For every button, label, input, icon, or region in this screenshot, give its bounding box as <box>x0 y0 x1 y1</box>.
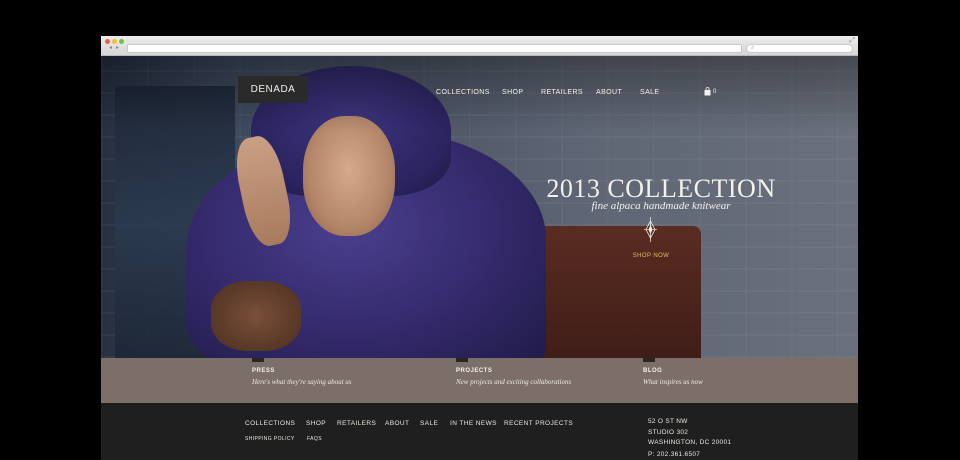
close-window-button[interactable] <box>105 39 110 44</box>
address-studio: STUDIO 302 <box>648 429 689 436</box>
address-bar[interactable] <box>127 44 742 53</box>
nav-collections[interactable]: COLLECTIONS <box>436 89 490 96</box>
shop-now-link[interactable]: SHOP NOW <box>621 253 681 259</box>
blog-tick-marker <box>643 358 655 362</box>
press-feature[interactable]: PRESS Here's what they're saying about u… <box>252 358 422 403</box>
blog-feature[interactable]: BLOG What inspires us now <box>643 358 813 403</box>
footer-link-collections[interactable]: COLLECTIONS <box>245 420 295 427</box>
address-city: WASHINGTON, DC 20001 <box>648 439 732 446</box>
nav-retailers[interactable]: RETAILERS <box>541 89 583 96</box>
fullscreen-icon[interactable]: ⤢ <box>849 37 855 44</box>
browser-search-field[interactable]: ⌕ <box>746 44 853 53</box>
footer-link-recent-projects[interactable]: RECENT PROJECTS <box>504 420 573 427</box>
diamond-ornament-icon <box>644 217 657 242</box>
projects-tick-marker <box>456 358 468 362</box>
back-arrow-icon[interactable]: ◂ <box>109 45 112 51</box>
footer-link-faqs[interactable]: FAQS <box>307 436 322 442</box>
blog-description: What inspires us now <box>643 378 703 386</box>
browser-toolbar: ◂ ▸ ⌕ ⤢ <box>101 36 858 56</box>
site-logo[interactable]: DENADA <box>238 76 308 103</box>
search-icon: ⌕ <box>751 45 755 51</box>
footer-link-retailers[interactable]: RETAILERS <box>337 420 376 427</box>
footer-link-in-the-news[interactable]: IN THE NEWS <box>450 420 497 427</box>
minimize-window-button[interactable] <box>112 39 117 44</box>
footer-link-sale[interactable]: SALE <box>420 420 438 427</box>
browser-window: ◂ ▸ ⌕ ⤢ DENADA COLLECTIONS SHOP RETAILER… <box>101 36 858 460</box>
projects-feature[interactable]: PROJECTS New projects and exciting colla… <box>456 358 626 403</box>
hero-banner: DENADA COLLECTIONS SHOP RETAILERS ABOUT … <box>101 56 858 358</box>
maximize-window-button[interactable] <box>119 39 124 44</box>
blog-title[interactable]: BLOG <box>643 368 662 374</box>
forward-arrow-icon[interactable]: ▸ <box>116 45 119 51</box>
press-tick-marker <box>252 358 264 362</box>
site-footer: COLLECTIONS SHOP RETAILERS ABOUT SALE IN… <box>101 403 858 460</box>
nav-about[interactable]: ABOUT <box>596 89 622 96</box>
phone-number[interactable]: P: 202.361.6507 <box>648 451 700 458</box>
press-description: Here's what they're saying about us <box>252 378 352 386</box>
feature-band: PRESS Here's what they're saying about u… <box>101 358 858 403</box>
footer-link-about[interactable]: ABOUT <box>385 420 409 427</box>
shopping-bag-icon[interactable] <box>704 87 711 96</box>
cart-count[interactable]: 0 <box>713 89 716 95</box>
address-street: 52 O ST NW <box>648 418 688 425</box>
nav-shop[interactable]: SHOP <box>502 89 523 96</box>
footer-link-shipping-policy[interactable]: SHIPPING POLICY <box>245 436 295 442</box>
footer-link-shop[interactable]: SHOP <box>306 420 326 427</box>
hero-subheadline: fine alpaca handmade knitwear <box>591 200 731 212</box>
nav-sale[interactable]: SALE <box>640 89 660 96</box>
press-title[interactable]: PRESS <box>252 368 275 374</box>
projects-title[interactable]: PROJECTS <box>456 368 492 374</box>
projects-description: New projects and exciting collaborations <box>456 378 572 386</box>
